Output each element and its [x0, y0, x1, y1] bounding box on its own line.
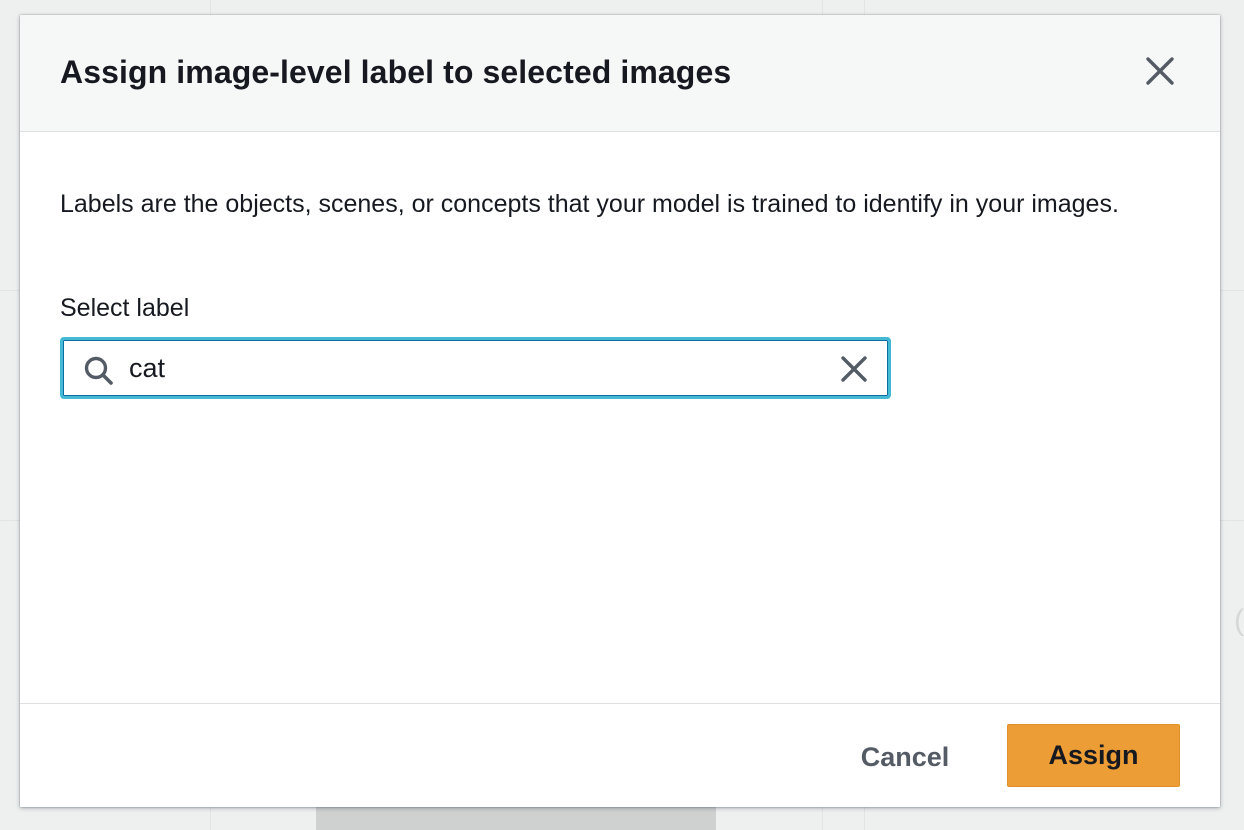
- modal-footer: Cancel Assign: [20, 703, 1220, 807]
- label-search-input[interactable]: [129, 348, 819, 388]
- close-icon: [1146, 57, 1174, 85]
- select-label-heading: Select label: [60, 294, 190, 322]
- modal-title: Assign image-level label to selected ima…: [60, 54, 732, 90]
- search-icon: [84, 356, 113, 385]
- modal-header: Assign image-level label to selected ima…: [20, 15, 1220, 132]
- modal-description: Labels are the objects, scenes, or conce…: [60, 190, 1119, 218]
- background-fragment: (: [1234, 604, 1244, 637]
- assign-button[interactable]: Assign: [1007, 724, 1180, 787]
- assign-label-modal: Assign image-level label to selected ima…: [20, 15, 1220, 807]
- label-search-box[interactable]: [60, 337, 891, 399]
- cancel-button[interactable]: Cancel: [842, 726, 968, 788]
- close-button[interactable]: [1144, 55, 1176, 87]
- clear-icon[interactable]: [838, 353, 870, 385]
